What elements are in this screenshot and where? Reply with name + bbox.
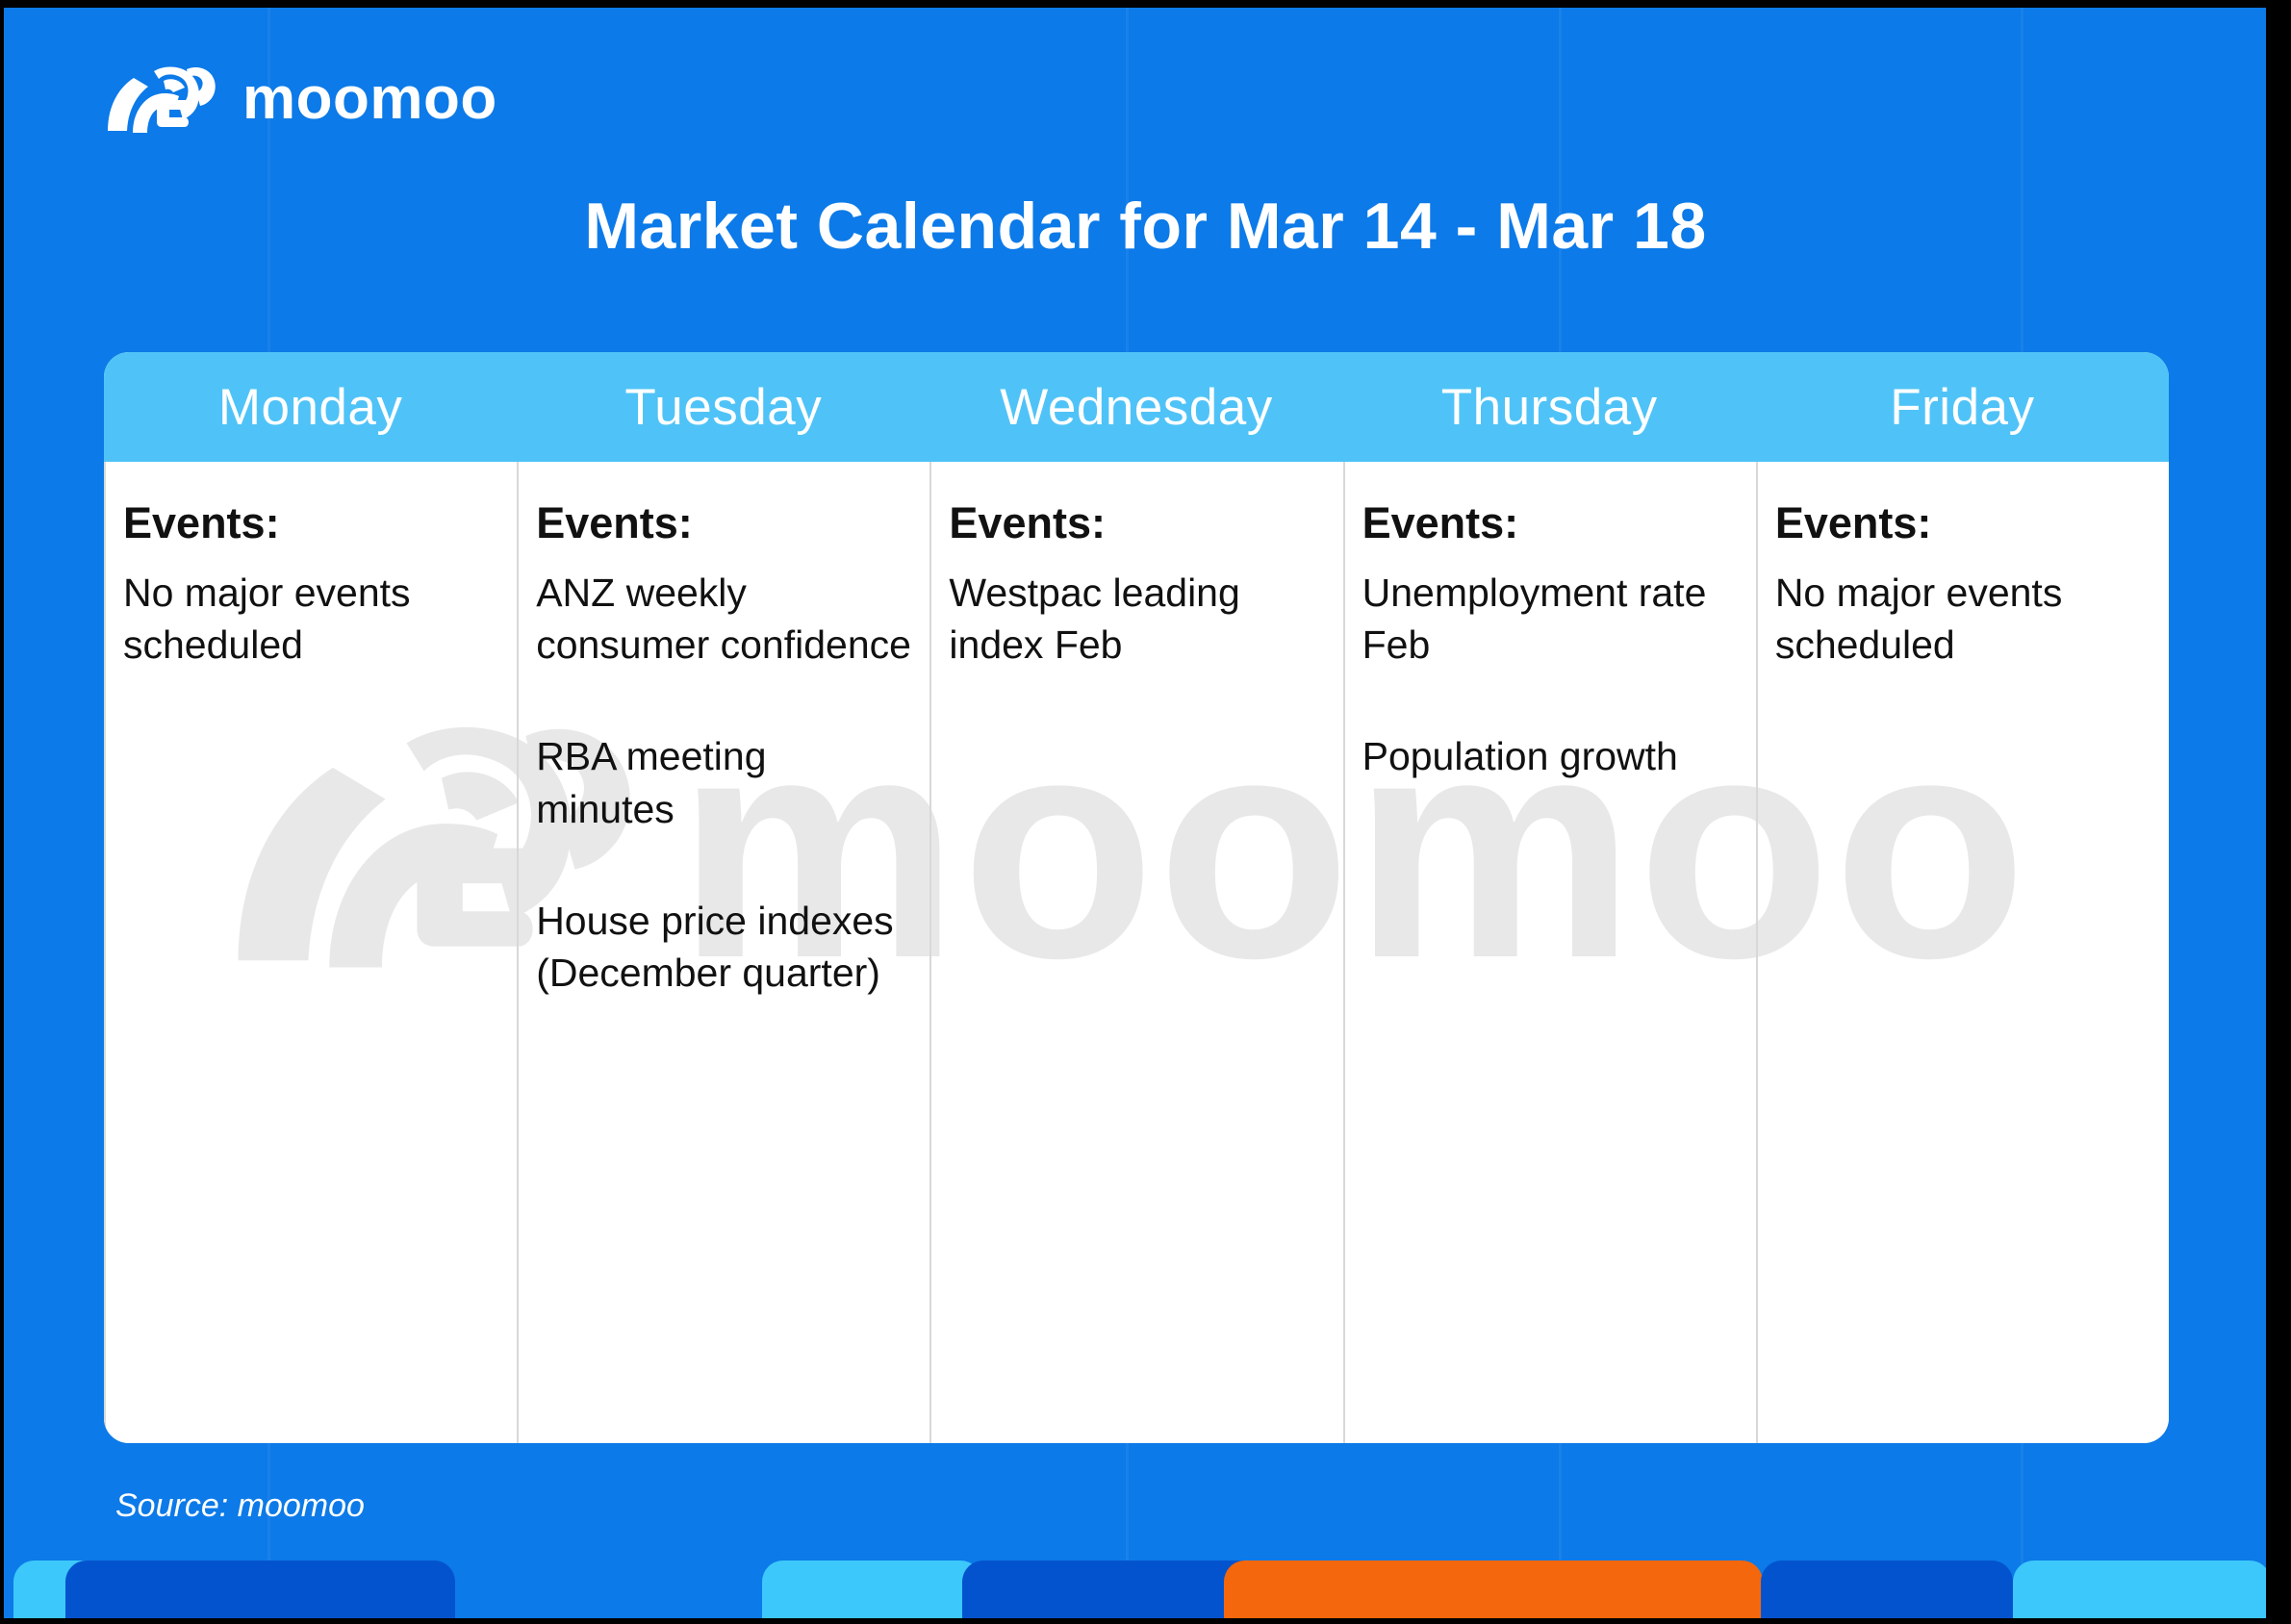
events-label: Events:: [1774, 498, 1932, 547]
day-header-monday: Monday: [217, 378, 403, 436]
event-item: No major events scheduled: [123, 571, 411, 668]
day-column-tuesday: Events: ANZ weekly consumer confidence R…: [517, 462, 929, 1443]
event-item: House price indexes (December quarter): [536, 898, 894, 995]
event-item: Westpac leading index Feb: [949, 571, 1240, 668]
event-item: RBA meeting minutes: [536, 734, 767, 831]
day-column-monday: Events: No major events scheduled: [104, 462, 517, 1443]
day-column-thursday: Events: Unemployment rate Feb Population…: [1342, 462, 1756, 1443]
event-item: ANZ weekly consumer confidence: [536, 571, 911, 668]
edge-right: [2266, 0, 2291, 1624]
edge-left: [0, 0, 4, 1624]
events-label: Events:: [123, 498, 280, 547]
event-item: Population growth: [1362, 734, 1678, 779]
event-item: No major events scheduled: [1774, 571, 2063, 668]
day-header-row: Monday Tuesday Wednesday Thursday Friday: [104, 352, 2169, 462]
bottom-bar-block-4: [1224, 1561, 1763, 1624]
day-header-wednesday: Wednesday: [1000, 378, 1273, 436]
day-column-friday: Events: No major events scheduled: [1755, 462, 2169, 1443]
bottom-bar-block-1: [65, 1561, 455, 1624]
brand-name: moomoo: [242, 65, 497, 132]
edge-top: [0, 0, 2291, 8]
events-label: Events:: [1362, 498, 1519, 547]
page-title: Market Calendar for Mar 14 - Mar 18: [584, 190, 1707, 263]
day-body-row: moomoo Events: No major events scheduled…: [104, 462, 2169, 1443]
decorative-bottom-bar: [0, 1561, 2291, 1624]
events-label: Events:: [949, 498, 1106, 547]
bottom-bar-block-6: [2013, 1561, 2271, 1624]
edge-bottom: [0, 1618, 2291, 1624]
calendar-card: Monday Tuesday Wednesday Thursday Friday: [104, 352, 2169, 1443]
day-header-friday: Friday: [1890, 378, 2035, 436]
source-note: Source: moomoo: [115, 1487, 365, 1524]
events-label: Events:: [536, 498, 693, 547]
bull-logo-icon: [104, 63, 217, 135]
day-header-thursday: Thursday: [1440, 378, 1658, 436]
brand-logo: moomoo: [104, 63, 497, 135]
event-item: Unemployment rate Feb: [1362, 571, 1707, 668]
day-column-wednesday: Events: Westpac leading index Feb: [929, 462, 1342, 1443]
bottom-bar-block-2: [762, 1561, 981, 1624]
market-calendar-poster: moomoo Market Calendar for Mar 14 - Mar …: [0, 0, 2291, 1624]
bottom-bar-block-5: [1761, 1561, 2013, 1624]
day-header-tuesday: Tuesday: [624, 378, 823, 436]
